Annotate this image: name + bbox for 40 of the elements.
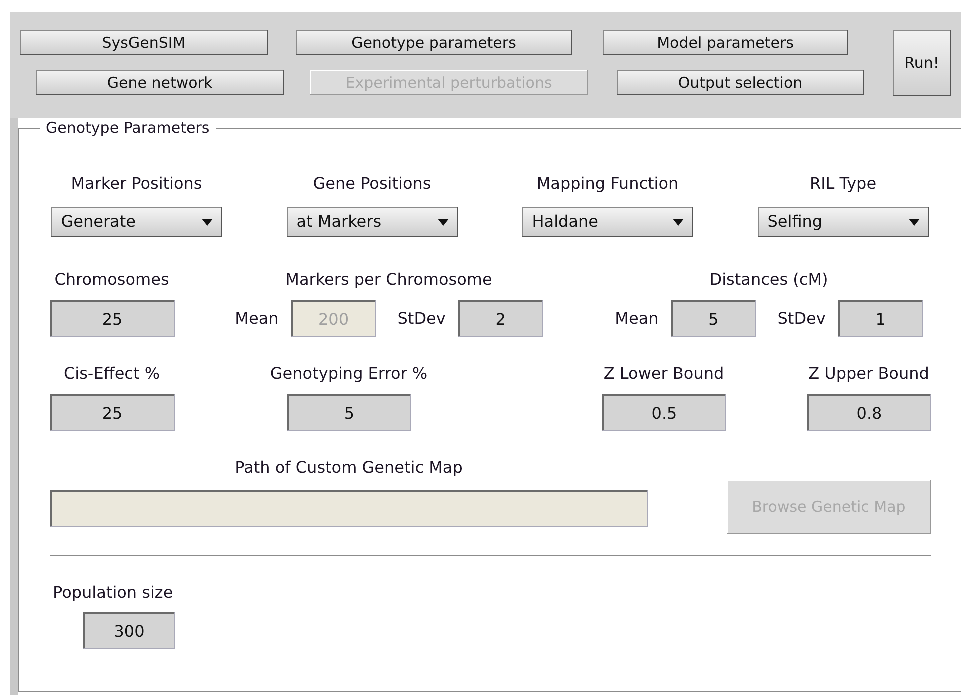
caret-icon	[438, 218, 449, 226]
field-label: Marker Positions	[71, 174, 202, 194]
field-label: Mean	[615, 308, 659, 328]
dropdown[interactable]: at Markers	[286, 207, 458, 237]
field-label: Gene Positions	[313, 174, 432, 194]
field-label: Z Upper Bound	[808, 364, 930, 384]
field-label: Markers per Chromosome	[286, 270, 492, 290]
input-field[interactable]: 5	[287, 394, 411, 431]
field-label: Distances (cM)	[710, 270, 828, 290]
field-label: Path of Custom Genetic Map	[235, 458, 463, 478]
nav-button[interactable]: Genotype parameters	[296, 30, 572, 55]
input-field[interactable]: 1	[838, 300, 923, 337]
nav-button[interactable]: Model parameters	[603, 30, 848, 55]
input-field[interactable]: 0.8	[807, 394, 931, 431]
dropdown[interactable]: Selfing	[758, 207, 929, 237]
field-label: StDev	[398, 308, 446, 328]
caret-icon	[908, 218, 920, 226]
field-label: RIL Type	[810, 174, 877, 194]
field-label: Population size	[53, 583, 174, 603]
field-label: Cis-Effect %	[64, 364, 160, 384]
field-label: Mapping Function	[536, 174, 679, 194]
field-label: Mean	[235, 308, 279, 328]
dropdown[interactable]: Generate	[51, 207, 222, 237]
nav-button[interactable]: Output selection	[617, 70, 864, 95]
input-field[interactable]: 25	[50, 300, 174, 337]
nav-button[interactable]: Gene network	[36, 70, 284, 95]
run-button[interactable]: Run!	[893, 30, 951, 96]
field-label: Chromosomes	[54, 270, 170, 290]
field-label: Z Lower Bound	[604, 364, 724, 384]
caret-icon	[673, 218, 684, 226]
caret-icon	[202, 218, 214, 226]
dropdown[interactable]: Haldane	[522, 207, 694, 237]
input-field[interactable]: 25	[50, 394, 174, 431]
nav-button[interactable]: SysGenSIM	[20, 30, 268, 55]
field-label: Genotyping Error %	[270, 364, 428, 384]
input-field[interactable]: 0.5	[602, 394, 726, 431]
input-field[interactable]: 300	[83, 612, 175, 649]
input-field[interactable]: 2	[458, 300, 543, 337]
input-field[interactable]: 5	[670, 300, 756, 337]
field-label: StDev	[778, 308, 826, 328]
